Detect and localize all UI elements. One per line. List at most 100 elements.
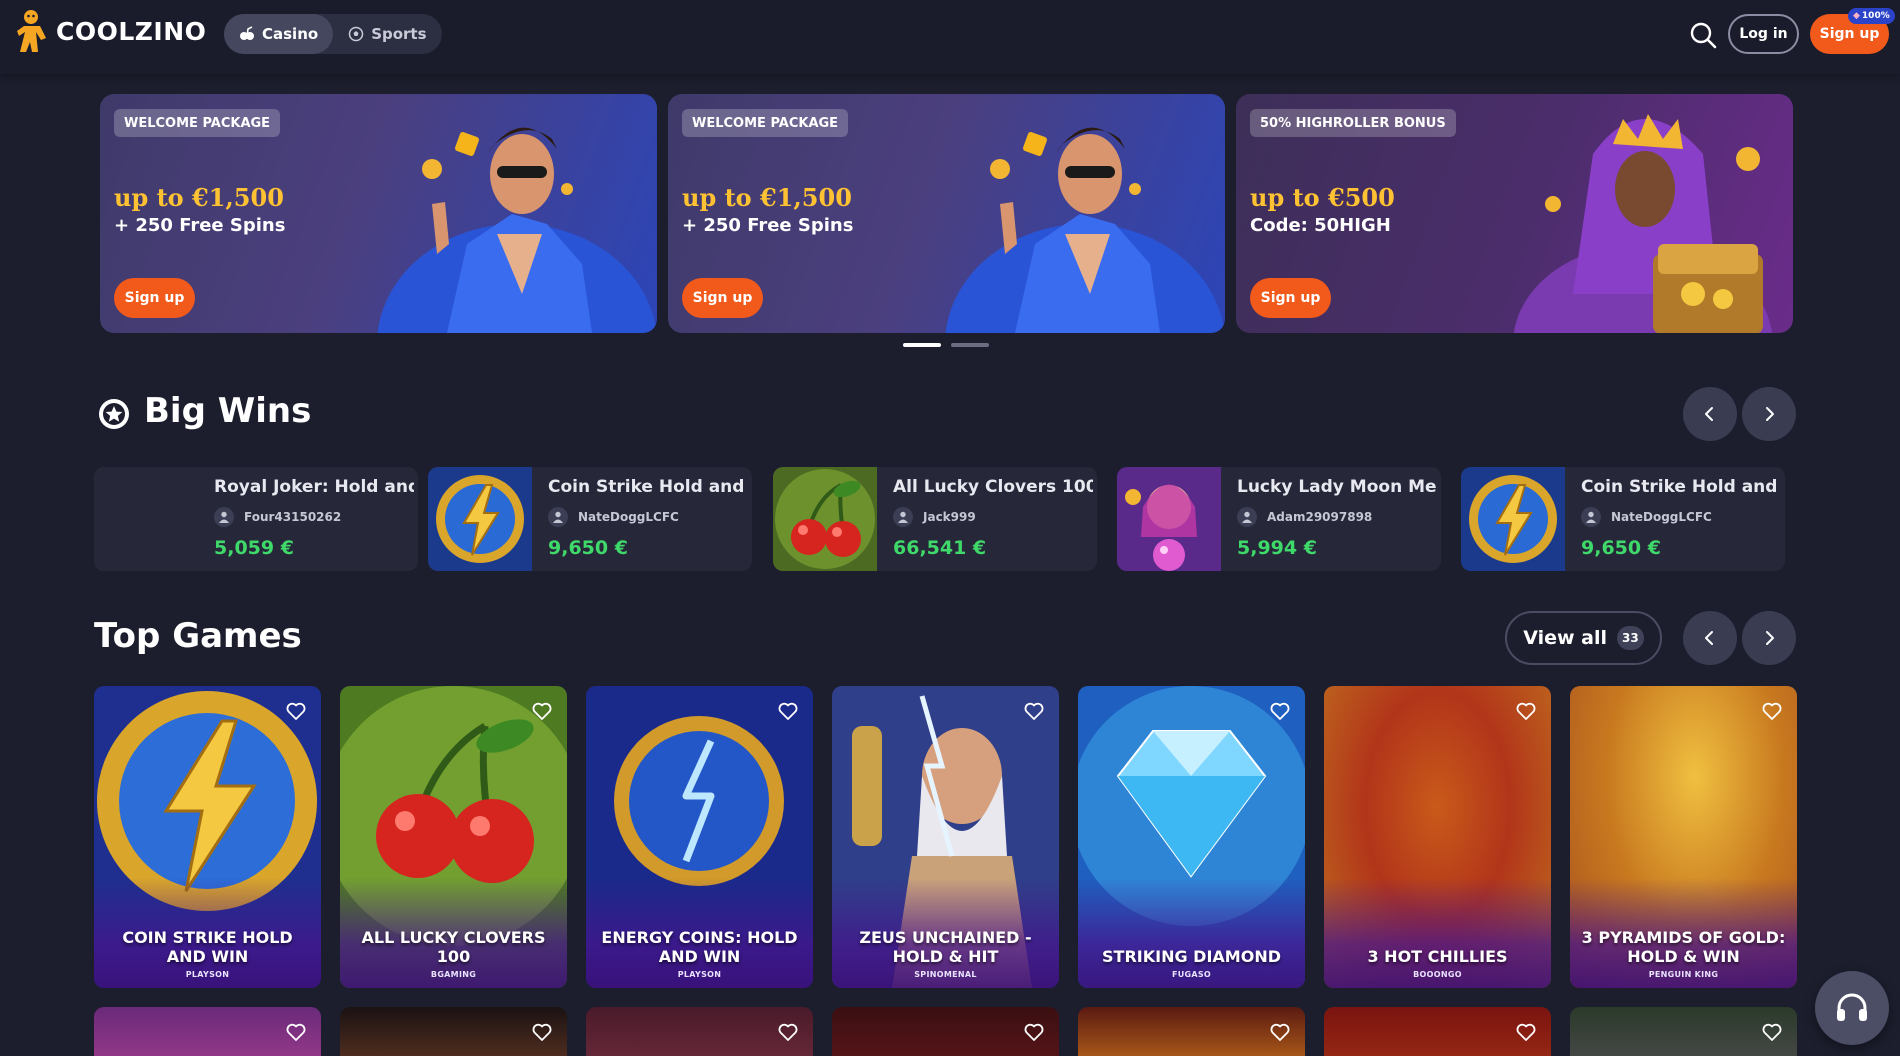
login-button[interactable]: Log in [1728, 14, 1799, 54]
top-games-prev-button[interactable] [1683, 611, 1737, 665]
win-username: Adam29097898 [1267, 510, 1373, 524]
heart-icon[interactable] [531, 700, 553, 722]
search-icon[interactable] [1688, 20, 1718, 50]
user-icon [1581, 507, 1601, 527]
cherries-thumbnail [773, 467, 877, 571]
view-all-label: View all [1523, 627, 1608, 649]
big-wins-title: Big Wins [144, 391, 312, 431]
promo-character-illustration [1513, 114, 1773, 333]
game-title: COIN STRIKE HOLD AND WIN [122, 928, 293, 966]
game-tile[interactable] [340, 1007, 567, 1056]
game-tile[interactable]: ENERGY COINS: HOLD AND WIN PLAYSON [586, 686, 813, 988]
win-game-name: Lucky Lady Moon Megaways [1237, 477, 1437, 497]
carousel-pagination [903, 343, 989, 347]
win-user: Adam29097898 [1237, 507, 1372, 527]
chevron-right-icon [1766, 407, 1774, 421]
promo-banner[interactable]: WELCOME PACKAGE up to €1,500 + 250 Free … [100, 94, 657, 333]
win-amount: 9,650 € [548, 537, 628, 559]
banner-title: up to €500 [1250, 183, 1395, 212]
support-chat-button[interactable] [1815, 971, 1889, 1045]
promo-character-illustration [945, 127, 1225, 333]
heart-icon[interactable] [1761, 1021, 1783, 1043]
heart-icon[interactable] [531, 1021, 553, 1043]
view-all-button[interactable]: View all 33 [1505, 611, 1662, 665]
chevron-left-icon [1705, 407, 1713, 421]
game-tile[interactable]: COIN STRIKE HOLD AND WIN PLAYSON [94, 686, 321, 988]
game-provider: PLAYSON [677, 970, 722, 979]
big-win-card[interactable]: Coin Strike Hold and Win NateDoggLCFC 9,… [428, 467, 752, 571]
heart-icon[interactable] [1761, 700, 1783, 722]
banner-signup-button[interactable]: Sign up [114, 278, 195, 318]
gift-icon: ◆ [1853, 11, 1860, 21]
heart-icon[interactable] [777, 700, 799, 722]
top-games-next-button[interactable] [1742, 611, 1796, 665]
big-win-card[interactable]: Coin Strike Hold and Win NateDoggLCFC 9,… [1461, 467, 1785, 571]
heart-icon[interactable] [285, 1021, 307, 1043]
game-tile[interactable]: 3 HOT CHILLIES BOOONGO [1324, 686, 1551, 988]
game-tile[interactable] [94, 1007, 321, 1056]
coolzino-logo[interactable]: COOLZINO [16, 8, 206, 54]
carousel-dot-2[interactable] [951, 343, 989, 347]
game-title: 3 PYRAMIDS OF GOLD: HOLD & WIN [1581, 928, 1786, 966]
top-games-title: Top Games [94, 616, 302, 656]
heart-icon[interactable] [1269, 1021, 1291, 1043]
casino-icon [240, 26, 254, 40]
product-tabs: Casino Sports [224, 14, 442, 54]
banner-title: up to €1,500 [682, 183, 852, 212]
big-win-card[interactable]: Lucky Lady Moon Megaways Adam29097898 5,… [1117, 467, 1441, 571]
game-tile[interactable]: ZEUS UNCHAINED - HOLD & HIT SPINOMENAL [832, 686, 1059, 988]
big-wins-next-button[interactable] [1742, 387, 1796, 441]
promo-banner[interactable]: 50% HIGHROLLER BONUS up to €500 Code: 50… [1236, 94, 1793, 333]
banner-tag: WELCOME PACKAGE [682, 109, 849, 137]
game-tile[interactable] [832, 1007, 1059, 1056]
big-win-card[interactable]: Royal Joker: Hold and Win Four43150262 5… [94, 467, 418, 571]
carousel-dot-1[interactable] [903, 343, 941, 347]
game-tile[interactable]: 3 PYRAMIDS OF GOLD: HOLD & WIN PENGUIN K… [1570, 686, 1797, 988]
game-provider: FUGASO [1171, 970, 1212, 979]
heart-icon[interactable] [1023, 700, 1045, 722]
game-tile[interactable]: STRIKING DIAMOND FUGASO [1078, 686, 1305, 988]
game-tile[interactable]: ALL LUCKY CLOVERS 100 BGAMING [340, 686, 567, 988]
gingerbread-mascot-icon [16, 8, 52, 54]
win-game-name: Coin Strike Hold and Win [548, 477, 748, 497]
lucky-lady-thumbnail [1117, 467, 1221, 571]
tab-casino[interactable]: Casino [224, 14, 334, 54]
banner-signup-button[interactable]: Sign up [682, 278, 763, 318]
headset-icon [1837, 993, 1867, 1021]
game-title: 3 HOT CHILLIES [1367, 947, 1508, 966]
sports-ball-icon [348, 26, 364, 42]
tab-casino-label: Casino [262, 25, 319, 43]
game-tile[interactable] [1324, 1007, 1551, 1056]
promo-banner[interactable]: WELCOME PACKAGE up to €1,500 + 250 Free … [668, 94, 1225, 333]
win-amount: 66,541 € [893, 537, 987, 559]
heart-icon[interactable] [1515, 700, 1537, 722]
banner-title: up to €1,500 [114, 183, 284, 212]
heart-icon[interactable] [285, 700, 307, 722]
game-tile[interactable] [1570, 1007, 1797, 1056]
game-title: ZEUS UNCHAINED - HOLD & HIT [859, 928, 1032, 966]
game-tile[interactable] [1078, 1007, 1305, 1056]
heart-icon[interactable] [1023, 1021, 1045, 1043]
game-provider: BOOONGO [1413, 970, 1462, 979]
user-icon [548, 507, 568, 527]
win-user: NateDoggLCFC [1581, 507, 1712, 527]
win-user: Jack999 [893, 507, 976, 527]
win-amount: 9,650 € [1581, 537, 1661, 559]
heart-icon[interactable] [777, 1021, 799, 1043]
top-header: COOLZINO Casino Sports Log in Sign up ◆ … [0, 0, 1900, 74]
win-game-name: Coin Strike Hold and Win [1581, 477, 1781, 497]
game-tile[interactable] [586, 1007, 813, 1056]
tab-sports[interactable]: Sports [333, 14, 441, 54]
user-icon [1237, 507, 1257, 527]
banner-signup-button[interactable]: Sign up [1250, 278, 1331, 318]
big-wins-prev-button[interactable] [1683, 387, 1737, 441]
win-username: NateDoggLCFC [578, 510, 679, 524]
win-game-name: Royal Joker: Hold and Win [214, 477, 414, 497]
big-win-card[interactable]: All Lucky Clovers 100 Jack999 66,541 € [773, 467, 1097, 571]
tab-sports-label: Sports [371, 25, 427, 43]
win-username: Four43150262 [244, 510, 342, 524]
heart-icon[interactable] [1269, 700, 1291, 722]
heart-icon[interactable] [1515, 1021, 1537, 1043]
signup-bonus-badge: ◆ 100% [1848, 8, 1895, 24]
chevron-left-icon [1705, 631, 1713, 645]
